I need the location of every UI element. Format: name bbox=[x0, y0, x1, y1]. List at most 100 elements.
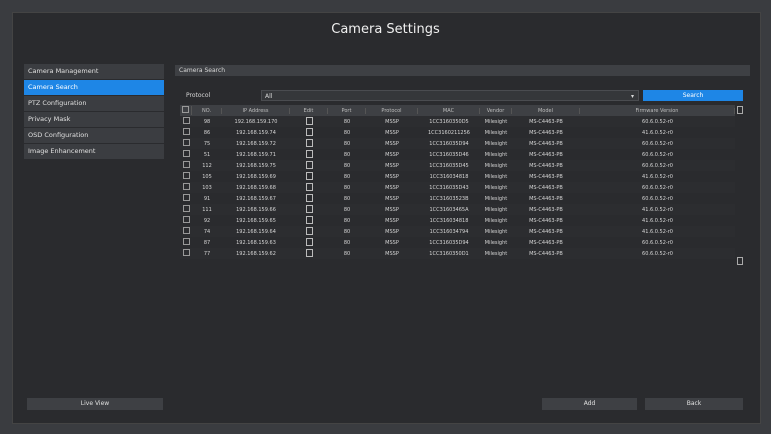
add-button[interactable]: Add bbox=[542, 398, 637, 410]
sidebar-item-privacy-mask[interactable]: Privacy Mask bbox=[24, 112, 164, 128]
table-cell: 105 bbox=[202, 173, 212, 180]
table-cell: 192.168.159.66 bbox=[236, 206, 276, 213]
table-cell bbox=[180, 183, 192, 192]
row-checkbox[interactable] bbox=[182, 117, 190, 124]
table-cell: 1CC316034818 bbox=[429, 173, 469, 180]
table-row[interactable]: 105 192.168.159.69 80 MSSP 1CC316034818 Miles… bbox=[180, 171, 735, 182]
sidebar-item-ptz-configuration[interactable]: PTZ Configuration bbox=[24, 96, 164, 112]
table-cell bbox=[290, 171, 328, 182]
table-cell: MSSP bbox=[385, 162, 399, 169]
table-cell: 192.168.159.62 bbox=[236, 250, 276, 257]
scrollbar-up[interactable] bbox=[737, 106, 743, 114]
table-cell: 1CC316035D45 bbox=[429, 162, 469, 169]
table-cell: 41.6.0.52-r0 bbox=[642, 217, 673, 224]
table-row[interactable]: 91 192.168.159.67 80 MSSP 1CC31603523B Milesi… bbox=[180, 193, 735, 204]
table-cell bbox=[180, 150, 192, 159]
column-header[interactable]: Protocol bbox=[366, 107, 418, 114]
column-header[interactable]: Port bbox=[328, 107, 366, 114]
sidebar-item-image-enhancement[interactable]: Image Enhancement bbox=[24, 144, 164, 160]
table-row[interactable]: 51 192.168.159.71 80 MSSP 1CC316035D46 Milesi… bbox=[180, 149, 735, 160]
edit-icon[interactable] bbox=[305, 171, 313, 180]
table-cell: 80 bbox=[343, 162, 351, 169]
live-view-button[interactable]: Live View bbox=[27, 398, 163, 410]
table-cell: 75 bbox=[203, 140, 211, 147]
table-body: 98 192.168.159.170 80 MSSP 1CC3160350D5 Miles… bbox=[180, 116, 735, 259]
edit-icon[interactable] bbox=[305, 116, 313, 125]
table-cell: 60.6.0.52-r0 bbox=[642, 162, 673, 169]
table-cell: 1CC31603465A bbox=[429, 206, 469, 213]
table-cell: MSSP bbox=[385, 173, 399, 180]
select-all-checkbox[interactable] bbox=[180, 106, 192, 115]
table-cell: 1CC3160350D5 bbox=[429, 118, 469, 125]
edit-icon[interactable] bbox=[305, 160, 313, 169]
table-cell: MSSP bbox=[385, 118, 399, 125]
edit-icon[interactable] bbox=[305, 226, 313, 235]
row-checkbox[interactable] bbox=[182, 205, 190, 212]
sidebar-item-camera-management[interactable]: Camera Management bbox=[24, 64, 164, 80]
row-checkbox[interactable] bbox=[182, 249, 190, 256]
table-cell bbox=[290, 193, 328, 204]
table-cell: MSSP bbox=[385, 195, 399, 202]
column-header[interactable]: Vendor bbox=[480, 107, 512, 114]
table-row[interactable]: 75 192.168.159.72 80 MSSP 1CC316035D94 Milesi… bbox=[180, 138, 735, 149]
table-cell bbox=[290, 127, 328, 138]
row-checkbox[interactable] bbox=[182, 172, 190, 179]
column-header[interactable]: NO. bbox=[192, 107, 222, 114]
table-cell bbox=[180, 249, 192, 258]
table-cell: MS-C4463-PB bbox=[529, 184, 563, 191]
search-button[interactable]: Search bbox=[643, 90, 743, 101]
table-cell: 192.168.159.170 bbox=[234, 118, 278, 125]
table-header: NO. IP Address Edit Port Protocol MAC Ve… bbox=[180, 105, 735, 116]
row-checkbox[interactable] bbox=[182, 238, 190, 245]
table-cell: 41.6.0.52-r0 bbox=[642, 228, 673, 235]
edit-icon[interactable] bbox=[305, 127, 313, 136]
row-checkbox[interactable] bbox=[182, 183, 190, 190]
table-cell bbox=[180, 139, 192, 148]
table-cell: Milesight bbox=[484, 184, 508, 191]
row-checkbox[interactable] bbox=[182, 194, 190, 201]
edit-icon[interactable] bbox=[305, 193, 313, 202]
edit-icon[interactable] bbox=[305, 138, 313, 147]
table-cell: 1CC316034818 bbox=[429, 217, 469, 224]
edit-icon[interactable] bbox=[305, 204, 313, 213]
protocol-row: Protocol All ▾ Search bbox=[180, 90, 743, 102]
table-row[interactable]: 74 192.168.159.64 80 MSSP 1CC316034794 Milesi… bbox=[180, 226, 735, 237]
row-checkbox[interactable] bbox=[182, 150, 190, 157]
table-row[interactable]: 86 192.168.159.74 80 MSSP 1CC3160211256 Miles… bbox=[180, 127, 735, 138]
edit-icon[interactable] bbox=[305, 182, 313, 191]
table-cell: 192.168.159.64 bbox=[236, 228, 276, 235]
edit-icon[interactable] bbox=[305, 248, 313, 257]
sidebar-item-osd-configuration[interactable]: OSD Configuration bbox=[24, 128, 164, 144]
edit-icon[interactable] bbox=[305, 149, 313, 158]
table-cell bbox=[180, 227, 192, 236]
table-row[interactable]: 92 192.168.159.65 80 MSSP 1CC316034818 Milesi… bbox=[180, 215, 735, 226]
column-header[interactable]: Firmware Version bbox=[580, 107, 735, 114]
row-checkbox[interactable] bbox=[182, 128, 190, 135]
row-checkbox[interactable] bbox=[182, 161, 190, 168]
sidebar-item-camera-search[interactable]: Camera Search bbox=[24, 80, 164, 96]
edit-icon[interactable] bbox=[305, 237, 313, 246]
table-cell: Milesight bbox=[484, 173, 508, 180]
table-row[interactable]: 111 192.168.159.66 80 MSSP 1CC31603465A Miles… bbox=[180, 204, 735, 215]
column-header[interactable]: MAC bbox=[418, 107, 480, 114]
row-checkbox[interactable] bbox=[182, 227, 190, 234]
table-row[interactable]: 112 192.168.159.75 80 MSSP 1CC316035D45 Miles… bbox=[180, 160, 735, 171]
table-row[interactable]: 77 192.168.159.62 80 MSSP 1CC3160350D1 Milesi… bbox=[180, 248, 735, 259]
table-cell: Milesight bbox=[484, 140, 508, 147]
row-checkbox[interactable] bbox=[182, 139, 190, 146]
table-cell bbox=[290, 160, 328, 171]
back-button[interactable]: Back bbox=[645, 398, 743, 410]
protocol-select[interactable]: All ▾ bbox=[261, 90, 639, 101]
table-cell bbox=[290, 204, 328, 215]
table-row[interactable]: 98 192.168.159.170 80 MSSP 1CC3160350D5 Miles… bbox=[180, 116, 735, 127]
row-checkbox[interactable] bbox=[182, 216, 190, 223]
column-header[interactable]: Model bbox=[512, 107, 580, 114]
column-header[interactable]: IP Address bbox=[222, 107, 290, 114]
scrollbar-down[interactable] bbox=[737, 257, 743, 265]
table-cell: 192.168.159.74 bbox=[236, 129, 276, 136]
table-row[interactable]: 87 192.168.159.63 80 MSSP 1CC316035D94 Milesi… bbox=[180, 237, 735, 248]
table-cell: 192.168.159.67 bbox=[236, 195, 276, 202]
table-row[interactable]: 103 192.168.159.68 80 MSSP 1CC316035D43 Miles… bbox=[180, 182, 735, 193]
table-cell: MSSP bbox=[385, 228, 399, 235]
edit-icon[interactable] bbox=[305, 215, 313, 224]
